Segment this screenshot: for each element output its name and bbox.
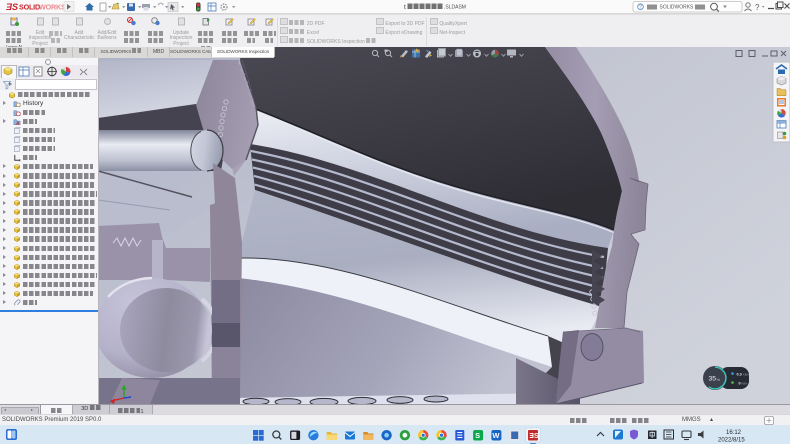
svg-text:WORKS: WORKS <box>39 3 66 12</box>
svg-text:KB/s: KB/s <box>743 372 750 376</box>
svg-text:.SLDASM: .SLDASM <box>444 5 466 11</box>
svg-text:W: W <box>492 431 500 440</box>
svg-text:35: 35 <box>709 376 717 383</box>
svg-text:SOLIDWORKS: SOLIDWORKS <box>660 5 695 11</box>
svg-text:t: t <box>404 4 406 11</box>
svg-text:?: ? <box>755 3 760 12</box>
svg-text:0.3: 0.3 <box>737 372 742 376</box>
svg-text:ƎS: ƎS <box>529 433 539 440</box>
svg-text:SOLID: SOLID <box>19 3 40 12</box>
svg-text:16:12: 16:12 <box>726 430 742 436</box>
svg-text:ƎS: ƎS <box>6 2 18 12</box>
svg-text:KB/s: KB/s <box>742 381 749 385</box>
svg-text:S: S <box>475 431 480 440</box>
svg-text:%: % <box>717 377 721 382</box>
svg-text:?: ? <box>639 5 642 11</box>
svg-text:0: 0 <box>739 381 741 385</box>
svg-text:2022/8/15: 2022/8/15 <box>718 438 745 444</box>
